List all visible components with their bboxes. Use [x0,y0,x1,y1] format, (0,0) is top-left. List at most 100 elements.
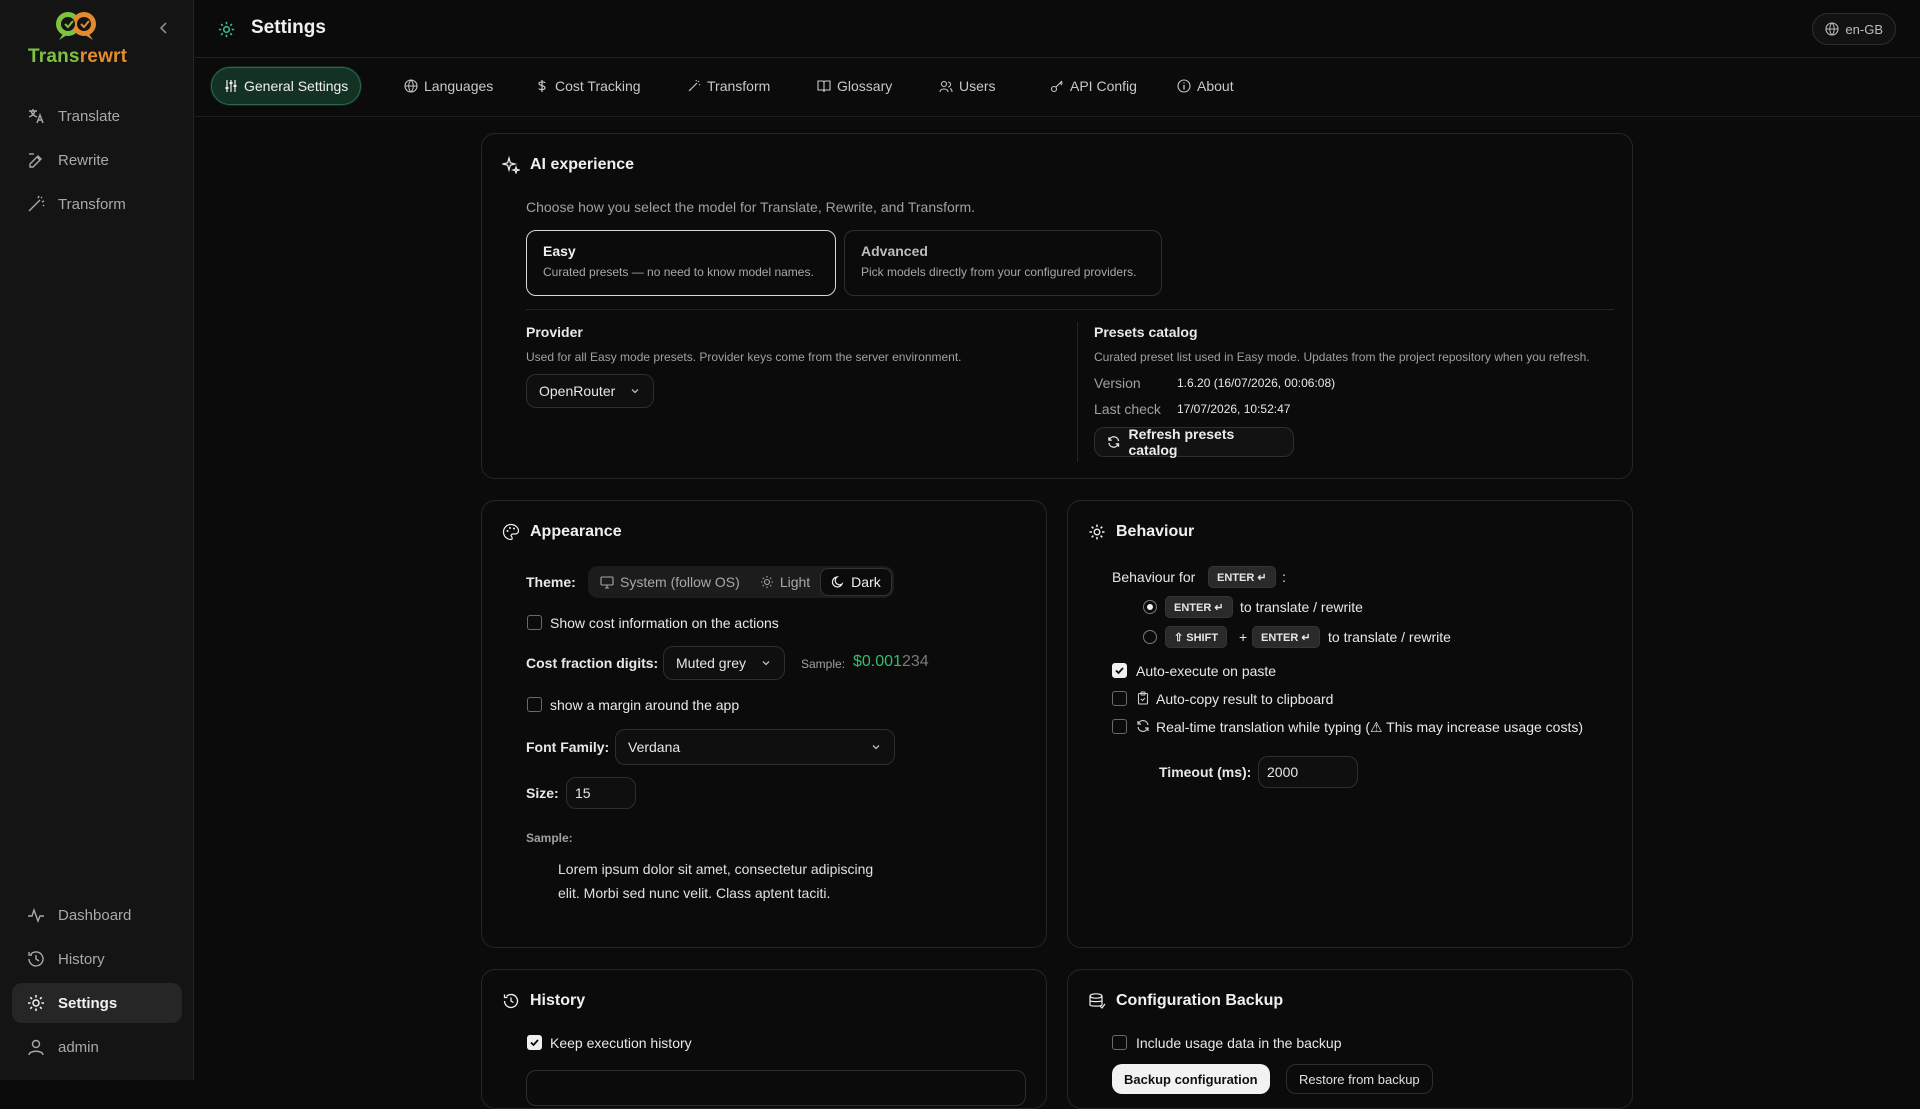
theme-system-option[interactable]: System (follow OS) [590,568,750,596]
font-size-input[interactable]: 15 [566,777,636,809]
history-retention-field[interactable] [526,1070,1026,1106]
mode-advanced-option[interactable]: Advanced Pick models directly from your … [844,230,1162,296]
tab-transform[interactable]: Transform [675,67,782,105]
sample-text: Lorem ipsum dolor sit amet, consectetur … [558,861,874,901]
key-icon [1050,80,1063,93]
tab-general-settings[interactable]: General Settings [211,67,362,105]
tab-label: Glossary [837,78,893,94]
tab-api-config[interactable]: API Config [1038,67,1149,105]
sidebar-item-dashboard[interactable]: Dashboard [12,895,182,935]
last-check-value: 17/07/2026, 10:52:47 [1177,402,1291,416]
appearance-card: Appearance Theme: System (follow OS) Lig… [481,500,1047,948]
tab-about[interactable]: About [1165,67,1246,105]
refresh-icon [1137,720,1149,732]
chevron-down-icon [872,745,880,750]
page-title: Settings [251,17,326,38]
presets-catalog-description: Curated preset list used in Easy mode. U… [1094,350,1590,364]
history-icon [28,951,44,967]
theme-option-label: Dark [851,574,881,590]
tab-label: Transform [707,78,771,94]
show-cost-label: Show cost information on the actions [550,615,779,631]
margin-checkbox[interactable] [527,697,542,712]
shift-enter-option-label: to translate / rewrite [1328,629,1451,645]
keep-history-label: Keep execution history [550,1035,692,1051]
enter-option-label: to translate / rewrite [1240,599,1363,615]
monitor-icon [600,576,614,589]
gear-icon [1089,524,1105,540]
theme-dark-option[interactable]: Dark [820,568,892,596]
sidebar-item-user[interactable]: admin [12,1027,182,1067]
realtime-checkbox[interactable] [1112,719,1127,734]
sidebar-item-settings[interactable]: Settings [12,983,182,1023]
tab-cost-tracking[interactable]: Cost Tracking [523,67,653,105]
auto-copy-checkbox[interactable] [1112,691,1127,706]
history-icon [503,993,519,1009]
refresh-presets-button[interactable]: Refresh presets catalog [1094,426,1294,458]
app-logo[interactable]: Transrewrt [28,10,127,68]
tab-label: API Config [1070,78,1137,94]
enter-key-badge: ENTER ↵ [1208,566,1276,588]
keep-history-checkbox[interactable] [527,1035,542,1050]
info-icon [1177,79,1191,93]
shift-key-badge: ⇧ SHIFT [1165,626,1228,648]
include-usage-label: Include usage data in the backup [1136,1035,1342,1051]
theme-light-option[interactable]: Light [750,568,820,596]
check-icon [530,1039,539,1047]
backup-configuration-button[interactable]: Backup configuration [1112,1064,1270,1094]
ai-experience-card: AI experience Choose how you select the … [481,133,1633,479]
divider [526,309,1614,310]
restore-backup-button[interactable]: Restore from backup [1286,1064,1433,1094]
sidebar-item-label: History [58,950,105,968]
appearance-title: Appearance [502,523,622,541]
section-heading: AI experience [530,156,635,173]
theme-selector: System (follow OS) Light Dark [588,566,894,598]
sidebar-item-label: admin [58,1038,99,1056]
sidebar-item-transform[interactable]: Transform [12,184,182,224]
tab-languages[interactable]: Languages [392,67,505,105]
section-heading: Configuration Backup [1116,992,1284,1009]
refresh-icon [1108,436,1120,448]
provider-select[interactable]: OpenRouter [526,374,654,408]
sidebar-item-translate[interactable]: Translate [12,96,182,136]
gear-icon [218,21,235,38]
configuration-backup-card: Configuration Backup Include usage data … [1067,969,1633,1109]
language-label: en-GB [1845,21,1883,37]
cost-sample-label: Sample: [801,657,846,671]
dollar-icon [538,80,546,92]
margin-label: show a margin around the app [550,697,740,713]
version-label: Version [1094,375,1141,391]
auto-execute-label: Auto-execute on paste [1136,663,1277,679]
timeout-input[interactable]: 2000 [1258,756,1358,788]
configuration-backup-title: Configuration Backup [1088,992,1283,1010]
sidebar: Transrewrt Translate Rewrite Transform D… [0,0,194,1080]
enter-option-radio[interactable] [1143,600,1157,614]
tab-glossary[interactable]: Glossary [805,67,904,105]
sample-text-label: Sample: [526,831,573,845]
sidebar-item-history[interactable]: History [12,939,182,979]
tab-label: Cost Tracking [555,78,641,94]
cost-digits-select[interactable]: Muted grey [663,646,785,680]
book-icon [817,80,831,93]
sidebar-item-label: Rewrite [58,151,109,169]
font-family-select[interactable]: Verdana [615,729,895,765]
version-value: 1.6.20 (16/07/2026, 00:06:08) [1177,376,1336,390]
palette-icon [502,523,520,541]
collapse-sidebar-button[interactable] [156,20,172,36]
history-title: History [502,992,585,1010]
tab-users[interactable]: Users [927,67,1008,105]
include-usage-checkbox[interactable] [1112,1035,1127,1050]
chevron-down-icon [631,389,639,394]
size-label: Size: [526,785,559,801]
settings-tabs: General Settings Languages Cost Tracking… [195,59,1920,117]
language-switcher[interactable]: en-GB [1812,13,1896,45]
theme-option-label: Light [779,574,811,590]
chevron-down-icon [762,661,770,666]
show-cost-checkbox[interactable] [527,615,542,630]
auto-execute-checkbox[interactable] [1112,663,1127,678]
translate-icon [28,109,44,124]
shift-enter-option-radio[interactable] [1143,630,1157,644]
moon-icon [832,576,844,588]
theme-option-label: System (follow OS) [620,574,740,590]
mode-easy-option[interactable]: Easy Curated presets — no need to know m… [526,230,836,296]
sidebar-item-rewrite[interactable]: Rewrite [12,140,182,180]
